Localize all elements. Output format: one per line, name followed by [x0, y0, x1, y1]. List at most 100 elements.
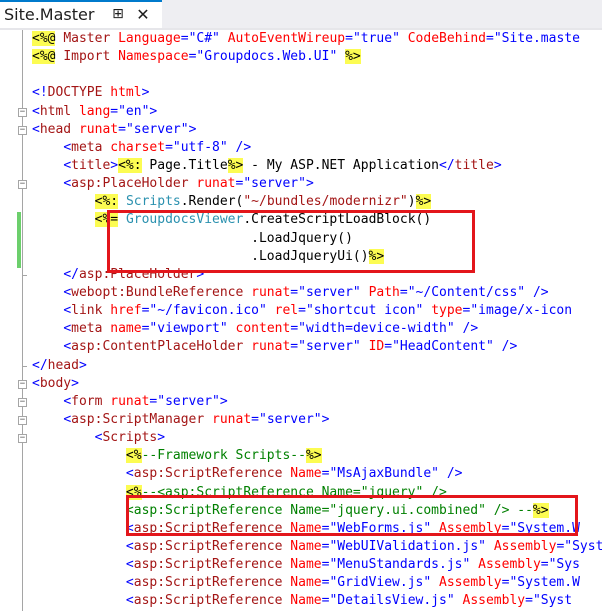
code-token: Language: [118, 31, 181, 46]
code-token: >: [110, 157, 119, 173]
tab-site-master[interactable]: Site.Master ⊞ ✕: [0, 0, 162, 28]
code-token: Namespace: [118, 49, 189, 65]
code-token: form: [71, 393, 103, 409]
code-line[interactable]: <asp:ScriptManager runat="server">: [32, 411, 602, 429]
code-line[interactable]: [32, 66, 602, 84]
collapse-icon-placeholder[interactable]: −: [18, 180, 27, 189]
collapse-icon-form[interactable]: −: [18, 398, 27, 407]
code-line[interactable]: <%@ Master Language="C#" AutoEventWireup…: [32, 30, 602, 48]
code-line[interactable]: <%--Framework Scripts--%>: [32, 447, 602, 465]
document-tab-strip: Site.Master ⊞ ✕: [0, 0, 602, 28]
fold-end-placeholder: [22, 275, 27, 276]
tab-title: Site.Master: [4, 5, 95, 24]
code-token: Import: [63, 49, 111, 65]
code-token: <: [63, 321, 72, 337]
code-token: <: [125, 575, 134, 591]
code-line[interactable]: <html lang="en">: [32, 103, 602, 121]
code-line[interactable]: <meta name="viewport" content="width=dev…: [32, 320, 602, 338]
code-line[interactable]: <link href="~/favicon.ico" rel="shortcut…: [32, 302, 602, 320]
code-token: />: [532, 284, 549, 300]
code-token: html: [110, 85, 142, 101]
code-token: "en": [118, 103, 150, 119]
code-token: asp:PlaceHolder: [71, 176, 189, 192]
code-token: ): [407, 194, 416, 210]
code-token: Scripts: [102, 430, 158, 446]
code-token: "~/favicon.ico": [149, 303, 267, 319]
code-token: >: [141, 85, 150, 101]
code-token: Scripts: [125, 194, 181, 210]
collapse-icon-html[interactable]: −: [18, 108, 27, 117]
code-token: "Syst: [532, 593, 573, 609]
code-line[interactable]: <asp:ScriptReference Name="WebUIValidati…: [32, 538, 602, 556]
code-line[interactable]: <asp:ScriptReference Name = "DetailsView.j…: [32, 592, 602, 610]
code-line[interactable]: <webopt:BundleReference runat="server" P…: [32, 284, 602, 302]
close-icon[interactable]: ✕: [134, 5, 152, 24]
code-line[interactable]: </head>: [32, 357, 602, 375]
collapse-icon-scriptmanager[interactable]: −: [18, 416, 27, 425]
code-token: <: [125, 557, 134, 573]
code-line[interactable]: <asp:ScriptReference Name = "MenuStandards…: [32, 556, 602, 574]
code-line[interactable]: <head runat="server">: [32, 121, 602, 139]
changed-lines-bar: [17, 212, 21, 268]
code-line[interactable]: <asp:ScriptReference Name="MsAjaxBundle"…: [32, 465, 602, 483]
code-token: Assembly: [493, 538, 557, 554]
code-token: <: [63, 176, 72, 192]
code-token: "~/bundles/modernizr": [243, 194, 408, 210]
code-token: =: [290, 321, 299, 337]
code-line[interactable]: <form runat="server">: [32, 393, 602, 411]
code-token: "HeadContent": [392, 339, 494, 355]
code-token: "MenuStandards.js": [329, 557, 471, 573]
callout-box-loadblock: [107, 210, 475, 273]
code-line[interactable]: <asp:ContentPlaceHolder runat="server" I…: [32, 338, 602, 356]
code-line[interactable]: <body>: [32, 375, 602, 393]
code-token: <%@: [32, 49, 56, 65]
code-token: =: [384, 339, 393, 355]
code-token: title: [71, 157, 111, 173]
collapse-icon-body[interactable]: −: [18, 380, 27, 389]
code-token: >: [149, 103, 158, 119]
code-line[interactable]: <asp:ScriptReference Name="GridView.js" …: [32, 574, 602, 592]
code-token: "true": [352, 31, 400, 46]
code-token: asp:ScriptManager: [71, 411, 205, 427]
code-line[interactable]: <!DOCTYPE html>: [32, 84, 602, 102]
code-token: "server": [298, 284, 361, 300]
code-line[interactable]: <Scripts>: [32, 429, 602, 447]
code-token: "Syste: [564, 538, 602, 554]
code-token: Assembly: [439, 575, 502, 591]
code-token: <%:: [118, 157, 142, 173]
code-token: asp:ScriptReference: [133, 466, 283, 482]
code-line[interactable]: <asp:PlaceHolder runat="server">: [32, 175, 602, 193]
code-token: Assembly: [478, 557, 541, 573]
code-token: meta: [71, 321, 103, 337]
code-line[interactable]: <meta charset="utf-8" />: [32, 139, 602, 157]
code-line[interactable]: <%@ Import Namespace="Groupdocs.Web.UI" …: [32, 48, 602, 66]
code-token: "viewport": [149, 321, 228, 337]
code-token: webopt:BundleReference: [71, 284, 244, 300]
code-token: Name: [290, 593, 322, 609]
code-token: %>: [305, 448, 322, 464]
code-token: Name: [290, 557, 322, 573]
code-token: =: [180, 31, 189, 46]
code-token: ID: [368, 339, 385, 355]
code-line[interactable]: <title><%: Page.Title%> - My ASP.NET App…: [32, 157, 602, 175]
collapse-icon-scripts[interactable]: −: [18, 434, 27, 443]
collapse-icon-head[interactable]: −: [18, 126, 27, 135]
code-token: "width=device-width": [298, 321, 455, 337]
code-token: =: [345, 31, 353, 46]
code-token: >: [493, 157, 502, 173]
pin-icon[interactable]: ⊞: [110, 6, 126, 24]
code-token: =: [110, 103, 119, 119]
code-editor[interactable]: − − − − − − − <%@ Master Language="C#" A…: [0, 30, 602, 611]
code-line[interactable]: <%: Scripts.Render("~/bundles/modernizr"…: [32, 193, 602, 211]
code-token: head: [47, 357, 79, 373]
